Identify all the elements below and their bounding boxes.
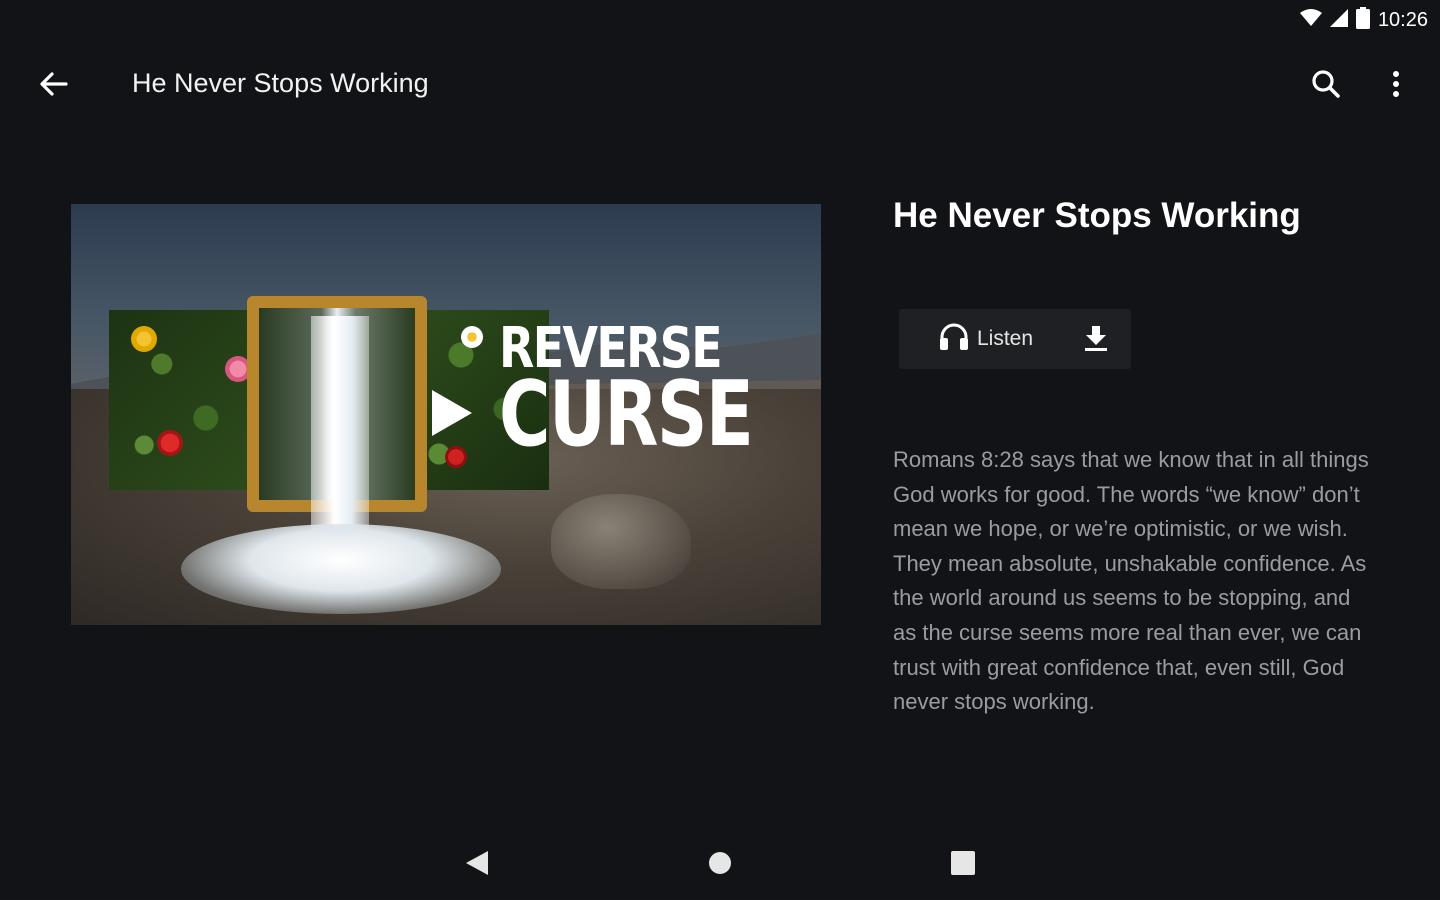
artwork-title-line2: CURSE (499, 362, 754, 468)
search-icon (1311, 69, 1341, 104)
download-icon (1082, 324, 1110, 357)
nav-recents-button[interactable] (942, 844, 984, 886)
status-bar: 10:26 (0, 0, 1440, 40)
app-bar: He Never Stops Working (0, 40, 1440, 130)
screen: 10:26 He Never Stops Working REVERSE CUR… (0, 0, 1440, 900)
nav-home-button[interactable] (699, 844, 741, 886)
signal-icon (1329, 8, 1348, 32)
nav-recents-icon (950, 850, 976, 881)
system-nav-bar (0, 830, 1440, 900)
red-flower-image (157, 430, 183, 456)
back-arrow-icon (40, 71, 68, 101)
white-flower-image (461, 326, 483, 348)
more-vert-icon (1392, 70, 1400, 103)
play-button[interactable] (427, 388, 477, 443)
red-flower-image (445, 446, 467, 468)
episode-title: He Never Stops Working (893, 196, 1301, 235)
status-icons: 10:26 (1299, 6, 1428, 34)
artwork-title: REVERSE CURSE (499, 320, 821, 468)
listen-label: Listen (977, 327, 1034, 350)
back-button[interactable] (30, 62, 78, 110)
episode-description: Romans 8:28 says that we know that in al… (893, 447, 1369, 715)
water-splash-image (181, 524, 501, 614)
search-button[interactable] (1302, 62, 1350, 110)
battery-icon (1355, 6, 1370, 34)
status-time: 10:26 (1377, 8, 1428, 31)
video-thumbnail[interactable]: REVERSE CURSE (71, 204, 821, 625)
download-button[interactable] (1079, 323, 1113, 357)
more-options-button[interactable] (1372, 62, 1420, 110)
wifi-icon (1299, 8, 1322, 32)
play-icon (430, 388, 474, 443)
nav-back-button[interactable] (456, 844, 498, 886)
listen-button[interactable]: Listen (939, 309, 1033, 369)
nav-home-icon (707, 850, 733, 881)
headphones-icon (939, 323, 969, 356)
rock-image (551, 494, 691, 589)
yellow-flower-image (131, 326, 157, 352)
media-actions: Listen (899, 309, 1131, 369)
nav-back-icon (464, 849, 490, 882)
app-bar-title: He Never Stops Working (132, 68, 429, 98)
